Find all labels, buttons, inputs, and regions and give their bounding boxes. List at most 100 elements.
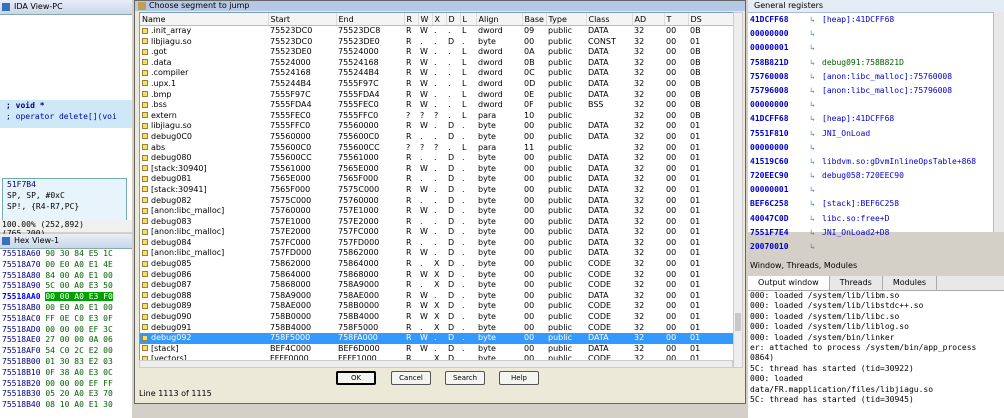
segment-row[interactable]: .init_array 75523DC0 75523DC8 R W.. Ldword 09 p… bbox=[140, 26, 734, 37]
search-button[interactable]: Search bbox=[445, 371, 485, 385]
register-reference[interactable]: libdvm.so:gDvmInlineOpsTable+868 bbox=[822, 157, 976, 166]
register-row[interactable]: 75760008 ↳ [anon:libc_malloc]:75760008 bbox=[748, 70, 1004, 84]
segment-row[interactable]: debug083 757E1000 757E2000 R.. D. byte 00 publi… bbox=[140, 217, 734, 228]
segment-list[interactable]: Name Start End R W X D L Align Base Type Class AD T DS… bbox=[139, 12, 735, 362]
hex-row[interactable]: 75518AF0 54 C0 2C E2 00 bbox=[2, 346, 132, 357]
segment-row[interactable]: .bmp 7555F97C 7555FDA4 R W.. Ldword 0E public DA… bbox=[140, 90, 734, 101]
hex-row[interactable]: 75518A60 90 30 84 E5 1C bbox=[2, 249, 132, 260]
register-reference[interactable]: JNI_OnLoad bbox=[822, 129, 870, 138]
column-header-name[interactable]: Name bbox=[140, 13, 269, 26]
register-list[interactable]: 41DCFF68 ↳ [heap]:41DCFF68 00000000 ↳ 0000000… bbox=[748, 13, 1004, 254]
hex-rows[interactable]: 75518A60 90 30 84 E5 1C 75518A70 00 E0 A0… bbox=[0, 249, 132, 411]
segment-row[interactable]: [stack] BEF4C000 BEF6D000 R W. D. byte 00 public… bbox=[140, 344, 734, 355]
hex-row[interactable]: 75518A80 84 00 A0 E1 00 bbox=[2, 271, 132, 282]
segment-row[interactable]: abs 755600C0 755600CC???. Lpara 11 public 32 00… bbox=[140, 143, 734, 154]
hex-row[interactable]: 75518B40 08 10 A0 E1 30 bbox=[2, 400, 132, 411]
ok-button[interactable]: OK bbox=[336, 371, 376, 385]
register-reference[interactable]: [stack]:BEF6C258 bbox=[822, 199, 899, 208]
segment-row[interactable]: debug091 758B4000 758F5000 R. X D. byte 00 publi… bbox=[140, 323, 734, 334]
column-header-d[interactable]: D bbox=[446, 13, 461, 26]
register-row[interactable]: 00000001 ↳ bbox=[748, 183, 1004, 197]
column-header-base[interactable]: Base bbox=[522, 13, 547, 26]
register-reference[interactable]: debug091:758B821D bbox=[822, 58, 904, 67]
segment-row[interactable]: debug088 758A9000 758AE000 R W. D. byte 00 publi… bbox=[140, 291, 734, 302]
hex-row[interactable]: 75518B30 05 20 A0 E3 70 bbox=[2, 389, 132, 400]
column-header-t[interactable]: T bbox=[664, 13, 689, 26]
segment-row[interactable]: [stack:30941] 7565F000 7575C000 R W. D. byte 00… bbox=[140, 185, 734, 196]
column-header-align[interactable]: Align bbox=[476, 13, 523, 26]
hex-row[interactable]: 75518B20 00 00 00 EF FF bbox=[2, 379, 132, 390]
graph-node[interactable]: 51F7B4 SP, SP, #0xC SP!, {R4-R7,PC} bbox=[2, 178, 127, 222]
segment-row[interactable]: .bss 7555FDA4 7555FEC0 R W.. Ldword 0F public BS… bbox=[140, 100, 734, 111]
segment-row[interactable]: libjiagu.so 7555FFC0 75560000 R W. D. byte 00 pu… bbox=[140, 121, 734, 132]
dialog-title-bar[interactable]: Choose segment to jump bbox=[135, 1, 745, 11]
segment-row[interactable]: [anon:libc_malloc] 757FD000 75862000 R W. D. b… bbox=[140, 248, 734, 259]
segment-row[interactable]: debug081 7565E000 7565F000 R.. D. byte 00 publi… bbox=[140, 174, 734, 185]
register-row[interactable]: 720EEC90 ↳ debug058:720EEC90 bbox=[748, 169, 1004, 183]
segment-row[interactable]: [stack:30940] 75561000 7565E000 R W. D. byte 00… bbox=[140, 164, 734, 175]
register-reference[interactable]: JNI_OnLoad2+D8 bbox=[822, 228, 889, 237]
hex-row[interactable]: 75518B00 01 30 83 E2 03 bbox=[2, 357, 132, 368]
column-header-l[interactable]: L bbox=[460, 13, 477, 26]
column-header-start[interactable]: Start bbox=[268, 13, 337, 26]
segment-row[interactable]: libjiagu.so 75523DC0 75523DE0 R.. D. byte 00 pu… bbox=[140, 37, 734, 48]
hex-row[interactable]: 75518AE0 27 00 00 0A 06 bbox=[2, 335, 132, 346]
hex-row[interactable]: 75518AB0 00 E0 A0 E1 00 bbox=[2, 303, 132, 314]
column-header-end[interactable]: End bbox=[336, 13, 405, 26]
segment-row[interactable]: [anon:libc_malloc] 75760000 757E1000 R W. D. b… bbox=[140, 206, 734, 217]
segment-row[interactable]: debug092 758F5000 758FA000 R W. D. byte 00 publi… bbox=[140, 333, 734, 344]
hex-row[interactable]: 75518B10 0F 38 A0 E3 0C bbox=[2, 368, 132, 379]
hex-row[interactable]: 75518AD0 00 00 00 EF 3C bbox=[2, 325, 132, 336]
register-row[interactable]: 00000000 ↳ bbox=[748, 141, 1004, 155]
column-header-x[interactable]: X bbox=[432, 13, 447, 26]
register-row[interactable]: 41519C60 ↳ libdvm.so:gDvmInlineOpsTable+86… bbox=[748, 155, 1004, 169]
segment-row[interactable]: [anon:libc_malloc] 757E2000 757FC000 R W. D. b… bbox=[140, 227, 734, 238]
segment-row[interactable]: .compiler 75524168 755244B4 R W.. Ldword 0C pub… bbox=[140, 68, 734, 79]
segment-row[interactable]: debug082 7575C000 75760000 R.. D. byte 00 publi… bbox=[140, 196, 734, 207]
register-reference[interactable]: [anon:libc_malloc]:75760008 bbox=[822, 72, 952, 81]
segment-row[interactable]: debug080 755600CC 75561000 R.. D. byte 00 publi… bbox=[140, 153, 734, 164]
register-row[interactable]: 41DCFF68 ↳ [heap]:41DCFF68 bbox=[748, 13, 1004, 27]
segment-row[interactable]: extern 7555FEC0 7555FFC0???. Lpara 10 public 3… bbox=[140, 111, 734, 122]
segment-row[interactable]: debug085 75862000 75864000 R. X D. byte 00 publi… bbox=[140, 259, 734, 270]
segment-list-hscrollbar[interactable] bbox=[139, 360, 733, 368]
registers-scrollbar[interactable] bbox=[993, 12, 1004, 232]
register-row[interactable]: 75796008 ↳ [anon:libc_malloc]:75796008 bbox=[748, 84, 1004, 98]
register-reference[interactable]: [heap]:41DCFF68 bbox=[822, 114, 894, 123]
hex-view-title[interactable]: Hex View-1 bbox=[0, 234, 132, 249]
ida-view-title[interactable]: IDA View-PC bbox=[0, 0, 132, 15]
register-row[interactable]: 20070010 ↳ bbox=[748, 240, 1004, 254]
help-button[interactable]: Help bbox=[499, 371, 539, 385]
register-reference[interactable]: libc.so:free+D bbox=[822, 214, 889, 223]
column-header-w[interactable]: W bbox=[418, 13, 433, 26]
segment-row[interactable]: debug087 75868000 758A9000 R. X D. byte 00 publi… bbox=[140, 280, 734, 291]
register-reference[interactable]: debug058:720EEC90 bbox=[822, 171, 904, 180]
hex-row[interactable]: 75518AA0 00 00 A0 E3 F0 bbox=[2, 292, 132, 303]
register-row[interactable]: BEF6C258 ↳ [stack]:BEF6C258 bbox=[748, 197, 1004, 211]
column-header-r[interactable]: R bbox=[404, 13, 419, 26]
register-row[interactable]: 00000000 ↳ bbox=[748, 98, 1004, 112]
register-row[interactable]: 758B821D ↳ debug091:758B821D bbox=[748, 56, 1004, 70]
segment-row[interactable]: debug086 75864000 75868000 R W X D. byte 00 publi… bbox=[140, 270, 734, 281]
segment-row[interactable]: .data 75524000 75524168 R W.. Ldword 0B public D… bbox=[140, 58, 734, 69]
register-reference[interactable]: [anon:libc_malloc]:75796008 bbox=[822, 86, 952, 95]
column-header-type[interactable]: Type bbox=[546, 13, 587, 26]
column-header-class[interactable]: Class bbox=[586, 13, 633, 26]
register-reference[interactable]: [heap]:41DCFF68 bbox=[822, 15, 894, 24]
segment-row[interactable]: debug089 758AE000 758B0000 R W X D. byte 00 publi… bbox=[140, 301, 734, 312]
column-header-ad[interactable]: AD bbox=[632, 13, 665, 26]
register-row[interactable]: 00000001 ↳ bbox=[748, 41, 1004, 55]
register-row[interactable]: 00000000 ↳ bbox=[748, 27, 1004, 41]
tab-modules[interactable]: Modules bbox=[883, 276, 938, 290]
segment-row[interactable]: debug0C0 75560000 755600C0 R.. D. byte 00 publi… bbox=[140, 132, 734, 143]
register-row[interactable]: 7551F7E4 ↳ JNI_OnLoad2+D8 bbox=[748, 226, 1004, 240]
register-row[interactable]: 40047C0D ↳ libc.so:free+D bbox=[748, 212, 1004, 226]
column-header-ds[interactable]: DS bbox=[688, 13, 734, 26]
hex-row[interactable]: 75518A90 5C 00 A0 E3 50 bbox=[2, 281, 132, 292]
scrollbar-thumb[interactable] bbox=[735, 313, 741, 331]
hex-row[interactable]: 75518AC0 FF 0E C0 E3 0F bbox=[2, 314, 132, 325]
tab-output-window[interactable]: Output window bbox=[748, 276, 830, 290]
segment-list-vscrollbar[interactable] bbox=[733, 12, 743, 368]
segment-row[interactable]: debug090 758B0000 758B4000 R W X D. byte 00 publi… bbox=[140, 312, 734, 323]
segment-row[interactable]: .got 75523DE0 75524000 R W.. Ldword 0A public DA… bbox=[140, 47, 734, 58]
